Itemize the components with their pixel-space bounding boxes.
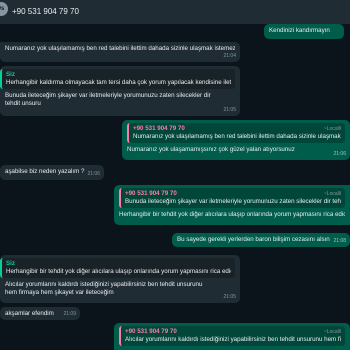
quote-text: Numaranız yok ulaşılamamış ben red taleb…: [133, 133, 341, 140]
message-incoming[interactable]: aşabilse biz neden yazalım ? 21:06: [0, 165, 104, 180]
message-outgoing-reply[interactable]: +90 531 904 79 70 ~Localli Alıcılar yoru…: [114, 323, 350, 350]
message-incoming-reply[interactable]: Siz Herhangibir bir tehdit yok diğer alı…: [0, 255, 240, 303]
quote-label: ~Localli: [323, 329, 341, 335]
quote-label: ~Localli: [323, 191, 341, 197]
message-outgoing[interactable]: Kendinizi kandırmayın: [264, 24, 344, 39]
message-incoming[interactable]: akşamlar efendim 21:09: [0, 307, 80, 320]
message-text: Numaranız yok ulaşamamışsınız çok güzel …: [127, 146, 295, 153]
message-time: 21:09: [63, 311, 76, 317]
message-time: 21:06: [87, 171, 100, 177]
message-outgoing-reply[interactable]: +90 531 904 79 70 ~Localli Numaranız yok…: [122, 120, 350, 160]
quote-author: +90 531 904 79 70: [125, 190, 177, 197]
quote-text: Herhangibir bir tehdit yok diğer alıcıla…: [6, 268, 231, 275]
quote-author: Siz: [6, 71, 15, 78]
message-time: 21:04: [223, 53, 236, 59]
quote-author: +90 531 904 79 70: [125, 328, 177, 335]
quote-author: Siz: [6, 260, 15, 267]
message-text: Alıcılar yorumlarını kaldırdı istediğini…: [5, 281, 203, 296]
quote-text: Herhangibir kaldırma olmayacak tam tersi…: [6, 79, 231, 86]
quoted-message[interactable]: +90 531 904 79 70 ~Localli Alıcılar yoru…: [119, 326, 345, 346]
message-incoming[interactable]: Numaranız yok ulaşılamamış ben red taleb…: [0, 42, 240, 62]
message-outgoing[interactable]: Bu sayede gerekli yerlerden baron bilişi…: [172, 233, 350, 247]
message-time: 21:05: [223, 294, 236, 300]
message-text: Herhangibir bir tehdit yok diğer alıcıla…: [119, 211, 345, 218]
message-time: 21:06: [333, 151, 346, 157]
message-time: 21:08: [333, 238, 346, 244]
quote-label: ~Localli: [323, 126, 341, 132]
message-incoming-reply[interactable]: Siz Herhangibir kaldırma olmayacak tam t…: [0, 66, 240, 116]
message-outgoing-reply[interactable]: +90 531 904 79 70 ~Localli Bunuda iletec…: [114, 185, 350, 225]
chat-header: 9s +90 531 904 79 70: [0, 0, 350, 24]
message-text: Numaranız yok ulaşılamamış ben red taleb…: [5, 45, 235, 52]
contact-avatar[interactable]: 9s: [0, 2, 8, 16]
quoted-message[interactable]: +90 531 904 79 70 ~Localli Numaranız yok…: [127, 123, 345, 143]
quote-author: +90 531 904 79 70: [133, 125, 185, 132]
message-text: Bunuda ileteceğim şikayer var iletmeleri…: [5, 92, 211, 107]
quoted-message[interactable]: +90 531 904 79 70 ~Localli Bunuda iletec…: [119, 188, 345, 208]
message-time: 21:05: [223, 107, 236, 113]
contact-phone[interactable]: +90 531 904 79 70: [12, 7, 79, 16]
message-text: Kendinizi kandırmayın: [269, 27, 330, 34]
message-list: Kendinizi kandırmayın Numaranız yok ulaş…: [0, 24, 350, 350]
message-text: aşabilse biz neden yazalım ?: [5, 168, 85, 175]
quote-text: Bunuda ileteceğim şikayer var iletmeleri…: [125, 198, 341, 205]
quote-text: Alıcılar yorumlarını kaldırdı istediğini…: [125, 336, 341, 343]
quoted-message[interactable]: Siz Herhangibir bir tehdit yok diğer alı…: [0, 258, 235, 278]
message-text: Bu sayede gerekli yerlerden baron bilişi…: [177, 236, 330, 243]
quoted-message[interactable]: Siz Herhangibir kaldırma olmayacak tam t…: [0, 69, 235, 89]
